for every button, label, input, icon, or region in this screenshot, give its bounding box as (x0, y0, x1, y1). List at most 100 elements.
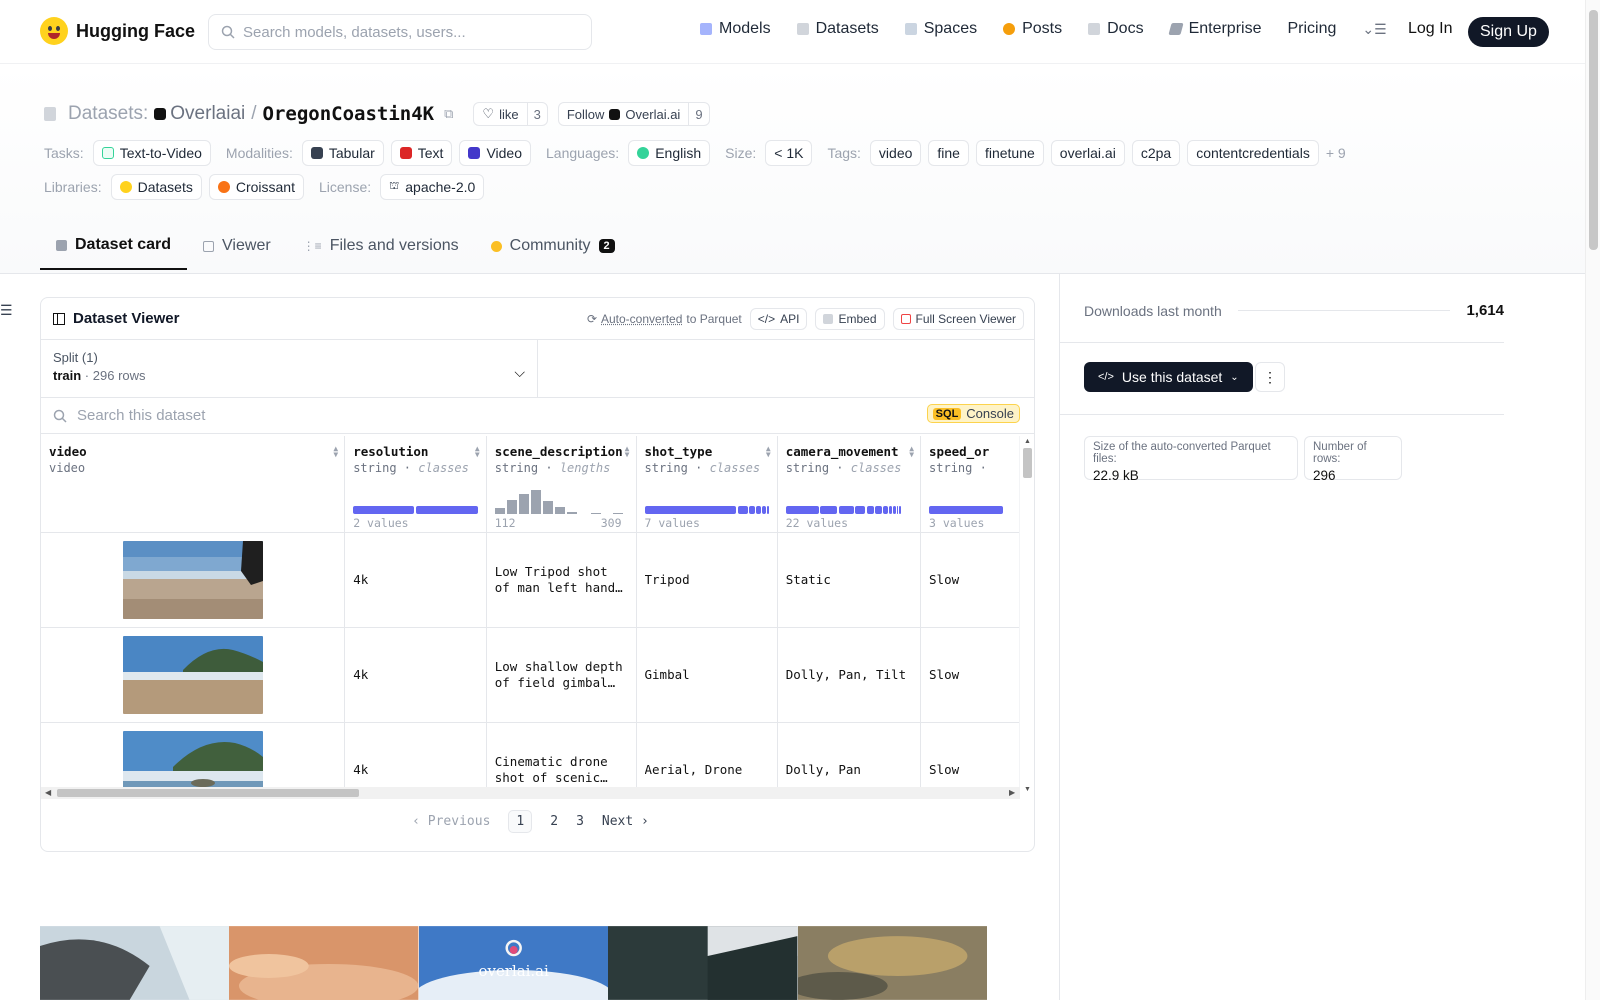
repo-name[interactable]: OregonCoastin4K (263, 103, 435, 125)
tag-tabular[interactable]: Tabular (301, 140, 384, 166)
table-row[interactable]: 4k Low shallow depth of field gimbal… Gi… (41, 627, 1020, 723)
like-button[interactable]: ♡ like 3 (473, 102, 548, 126)
page-2-button[interactable]: 2 (550, 814, 558, 829)
cell-resolution[interactable]: 4k (344, 627, 487, 723)
cell-camera-movement[interactable]: Static (777, 532, 922, 628)
tag-croissant[interactable]: Croissant (208, 174, 304, 200)
nav-enterprise[interactable]: Enterprise (1167, 20, 1261, 38)
page-scrollbar[interactable] (1585, 0, 1600, 1000)
nav-docs[interactable]: Docs (1088, 20, 1144, 38)
cell-video[interactable] (41, 532, 346, 628)
embed-button[interactable]: Embed (815, 308, 885, 330)
follow-button[interactable]: Follow Overlai.ai 9 (557, 102, 710, 126)
cell-shot-type[interactable]: Gimbal (636, 627, 778, 723)
col-kind: classes (850, 461, 902, 475)
cell-camera-movement[interactable]: Dolly, Pan, Tilt (777, 627, 922, 723)
toc-toggle-icon[interactable]: ☰ (0, 302, 13, 319)
scrollbar-thumb[interactable] (1023, 448, 1032, 478)
page-3-button[interactable]: 3 (576, 814, 584, 829)
col-header-shot-type[interactable]: shot_type string · classes ▲ ▼ 7 values (636, 436, 778, 533)
tag-video[interactable]: Video (459, 140, 532, 166)
nav-models[interactable]: Models (700, 20, 771, 38)
sort-icon[interactable]: ▲ ▼ (766, 445, 771, 459)
cell-scene-description[interactable]: Low shallow depth of field gimbal… (486, 627, 637, 723)
dataset-search[interactable]: SQL Console (41, 398, 1034, 434)
split-selector[interactable]: Split (1) train · 296 rows ⌵ (41, 340, 538, 397)
col-header-camera-movement[interactable]: camera_movement string · classes ▲ ▼ 22 v… (777, 436, 922, 533)
tag-video-keyword[interactable]: video (869, 140, 922, 166)
sort-icon[interactable]: ▲ ▼ (475, 445, 480, 459)
scroll-down-icon[interactable]: ▼ (1024, 786, 1031, 793)
tab-dataset-card[interactable]: Dataset card (40, 222, 188, 270)
cell-speed[interactable]: Slow (920, 532, 1020, 628)
nav-pricing[interactable]: Pricing (1287, 20, 1336, 38)
col-header-video[interactable]: video video ▲ ▼ (41, 436, 346, 533)
signup-button[interactable]: Sign Up (1468, 17, 1549, 47)
col-header-resolution[interactable]: resolution string · classes ▲ ▼ 2 values (344, 436, 487, 533)
cell-shot-type[interactable]: Tripod (636, 532, 778, 628)
tag-text-to-video[interactable]: Text-to-Video (92, 140, 211, 166)
scroll-left-icon[interactable]: ◀ (45, 788, 51, 797)
tag-license[interactable]: ⛫ apache-2.0 (380, 174, 485, 200)
croissant-icon (217, 181, 230, 193)
more-tags-button[interactable]: + 9 (1326, 145, 1346, 161)
autoconverted-link[interactable]: Auto-converted (601, 312, 682, 326)
tag-english[interactable]: English (628, 140, 711, 166)
copy-icon[interactable]: ⧉ (444, 106, 453, 122)
tag-size[interactable]: < 1K (765, 140, 813, 166)
api-button[interactable]: </> API (749, 308, 808, 330)
col-header-scene-description[interactable]: scene_description string · lengths ▲ ▼ 1… (486, 436, 637, 533)
more-options-button[interactable]: ⋮ (1255, 362, 1285, 392)
video-thumbnail[interactable] (122, 540, 263, 619)
tag-contentcredentials[interactable]: contentcredentials (1187, 140, 1319, 166)
page-1-button[interactable]: 1 (508, 809, 533, 833)
table-icon (203, 240, 215, 252)
tag-overlai[interactable]: overlai.ai (1050, 140, 1125, 166)
sort-icon[interactable]: ▲ ▼ (333, 445, 338, 459)
split-label: Split (1) (53, 350, 98, 365)
cell-resolution[interactable]: 4k (344, 532, 487, 628)
nav-posts[interactable]: Posts (1003, 20, 1062, 38)
breadcrumb-org-link[interactable]: Overlaiai (154, 103, 245, 125)
global-search-input[interactable] (243, 23, 563, 41)
nav-datasets[interactable]: Datasets (796, 20, 879, 38)
tag-c2pa[interactable]: c2pa (1131, 140, 1181, 166)
col-header-speed[interactable]: speed_or string · 3 values (920, 436, 1020, 533)
scroll-right-icon[interactable]: ▶ (1009, 788, 1015, 797)
use-this-dataset-button[interactable]: </> Use this dataset ⌄ (1084, 362, 1253, 392)
table-row[interactable]: 4k Low Tripod shot of man left hand… Tri… (41, 532, 1020, 628)
cell-video[interactable] (41, 627, 346, 723)
scrollbar-thumb[interactable] (57, 789, 359, 797)
tag-text[interactable]: Text (390, 140, 453, 166)
dataset-search-input[interactable] (77, 407, 777, 424)
sort-icon[interactable]: ▲ ▼ (625, 445, 630, 459)
scroll-up-icon[interactable]: ▲ (1024, 438, 1031, 445)
tab-files[interactable]: ⋮≡ Files and versions (287, 222, 475, 270)
table-vertical-scrollbar[interactable]: ▲ ▼ (1019, 436, 1034, 799)
scrollbar-thumb[interactable] (1589, 10, 1598, 250)
sql-console-button[interactable]: SQL Console (926, 404, 1020, 423)
global-search[interactable] (208, 14, 592, 50)
next-page-button[interactable]: Next › (602, 814, 649, 829)
tab-community[interactable]: Community 2 (475, 222, 631, 270)
video-thumbnail[interactable] (122, 635, 263, 714)
nav-more-menu[interactable]: ⌄☰ (1362, 21, 1386, 38)
brand-logo-link[interactable]: Hugging Face (40, 17, 195, 45)
tag-label: Video (486, 145, 523, 161)
fullscreen-viewer-button[interactable]: Full Screen Viewer (892, 308, 1024, 330)
tag-label: Croissant (235, 179, 295, 195)
tag-finetune[interactable]: finetune (975, 140, 1044, 166)
sort-icon[interactable]: ▲ ▼ (909, 445, 914, 459)
spaces-icon (904, 23, 917, 35)
cell-scene-description[interactable]: Low Tripod shot of man left hand… (486, 532, 637, 628)
tag-datasets-lib[interactable]: Datasets (110, 174, 202, 200)
nav-posts-label: Posts (1022, 20, 1063, 37)
login-link[interactable]: Log In (1408, 20, 1452, 38)
data-table-wrapper[interactable]: video video ▲ ▼ resolution string · class… (41, 436, 1020, 799)
previous-page-button[interactable]: ‹ Previous (412, 814, 490, 829)
table-horizontal-scrollbar[interactable]: ◀ ▶ (41, 787, 1020, 799)
cell-speed[interactable]: Slow (920, 627, 1020, 723)
tag-fine[interactable]: fine (928, 140, 969, 166)
nav-spaces[interactable]: Spaces (904, 20, 977, 38)
tab-viewer[interactable]: Viewer (187, 222, 287, 270)
